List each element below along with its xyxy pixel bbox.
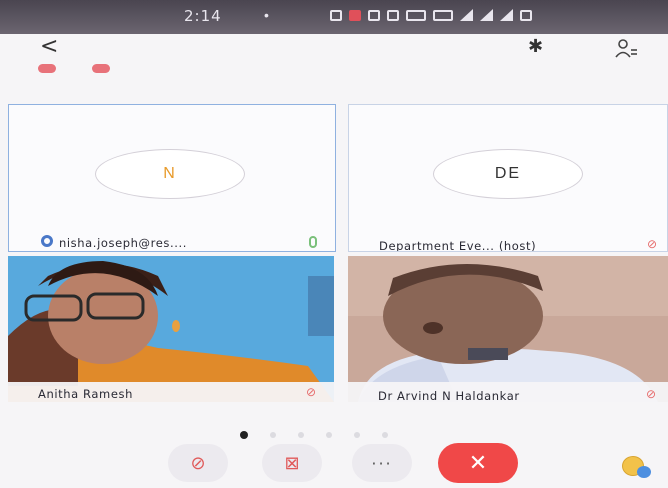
- toggle-video-button[interactable]: ⊠: [262, 444, 322, 482]
- live-indicator: [92, 64, 110, 73]
- battery-icon: [520, 9, 532, 21]
- participant-tile-department[interactable]: DE Department Eve... (host) ⊘: [348, 104, 668, 252]
- page-dot[interactable]: [326, 432, 332, 438]
- volume-icon: [387, 9, 399, 21]
- participant-name: nisha.joseph@res....: [59, 236, 188, 250]
- participant-name: Department Eve... (host): [379, 239, 537, 252]
- network-quality-icon: [41, 235, 53, 247]
- mic-on-icon: [309, 236, 317, 248]
- location-icon: [368, 9, 380, 21]
- cell-signal-2-icon: [500, 9, 513, 21]
- reactions-emoji-icon[interactable]: [622, 456, 651, 478]
- bluetooth-icon[interactable]: ✱: [528, 36, 543, 57]
- participant-video: [8, 256, 334, 402]
- notification-icon: [330, 9, 342, 21]
- more-icon: ···: [371, 453, 393, 473]
- participant-name: Dr Arvind N Haldankar: [378, 389, 520, 402]
- recording-indicator: [38, 64, 56, 73]
- back-icon[interactable]: <: [40, 34, 58, 59]
- participant-tile-nisha[interactable]: N nisha.joseph@res....: [8, 104, 336, 252]
- video-off-icon: ⊠: [284, 452, 300, 474]
- avatar: DE: [433, 149, 583, 199]
- status-icons: [330, 9, 532, 21]
- data-speed-icon: [406, 9, 426, 21]
- avatar: N: [95, 149, 245, 199]
- mic-muted-icon: ⊘: [646, 387, 657, 401]
- status-bar: 2:14 •: [0, 0, 668, 34]
- participant-video: [348, 256, 668, 402]
- wifi-signal-icon: [460, 9, 473, 21]
- page-indicator: [240, 431, 388, 439]
- close-icon: ✕: [468, 450, 488, 476]
- page-dot[interactable]: [270, 432, 276, 438]
- participants-icon[interactable]: [614, 38, 638, 58]
- page-dot[interactable]: [240, 431, 248, 439]
- avatar-initial: N: [163, 165, 177, 182]
- more-options-button[interactable]: ···: [352, 444, 412, 482]
- status-time: 2:14: [184, 7, 222, 25]
- end-call-button[interactable]: ✕: [438, 443, 518, 483]
- mic-muted-icon: ⊘: [306, 385, 317, 399]
- status-separator: •: [264, 7, 269, 23]
- page-dot[interactable]: [354, 432, 360, 438]
- participant-tile-anitha[interactable]: Anitha Ramesh ⊘: [8, 256, 334, 402]
- mute-mic-button[interactable]: ⊘: [168, 444, 228, 482]
- mic-off-icon: ⊘: [190, 452, 206, 474]
- cell-signal-icon: [480, 9, 493, 21]
- page-dot[interactable]: [382, 432, 388, 438]
- avatar-initial: DE: [494, 165, 522, 182]
- participant-name: Anitha Ramesh: [38, 387, 133, 401]
- recording-status-icon: [349, 9, 361, 21]
- page-dot[interactable]: [298, 432, 304, 438]
- network-type-icon: [433, 9, 453, 21]
- mic-muted-icon: ⊘: [647, 237, 658, 251]
- participant-tile-arvind[interactable]: Dr Arvind N Haldankar ⊘: [348, 256, 668, 402]
